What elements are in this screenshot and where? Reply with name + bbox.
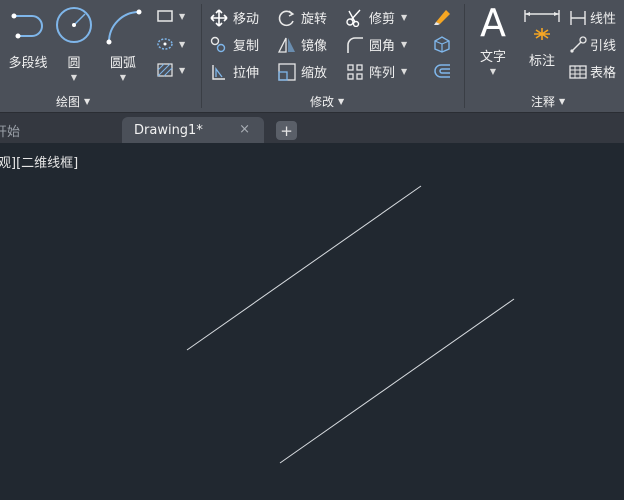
linear-button[interactable]: 线性 xyxy=(569,8,616,27)
copy-button[interactable]: 复制 xyxy=(210,35,259,54)
fillet-dropdown-icon[interactable]: ▼ xyxy=(401,40,407,49)
array-button[interactable]: 阵列 ▼ xyxy=(346,62,407,81)
linear-dimension-icon xyxy=(569,9,587,27)
scale-label: 缩放 xyxy=(301,66,328,81)
arc-button[interactable]: 圆弧 ▼ xyxy=(102,4,144,82)
close-tab-icon[interactable]: × xyxy=(239,122,250,137)
draw-panel-title[interactable]: 绘图 ▼ xyxy=(56,92,90,110)
offset-icon xyxy=(434,64,450,78)
dimension-label: 标注 xyxy=(528,54,555,69)
trim-button[interactable]: 修剪 ▼ xyxy=(346,8,407,27)
annotation-panel-title-text: 注释 xyxy=(531,94,556,109)
text-a-icon: A xyxy=(480,1,506,45)
mirror-label: 镜像 xyxy=(301,39,328,54)
polyline-button[interactable]: 多段线 xyxy=(4,6,52,71)
circle-dropdown-icon[interactable]: ▼ xyxy=(54,73,94,82)
annotation-panel: A 文字 ▼ 标注 线性 引线 表格 注释 ▼ xyxy=(465,0,624,112)
stretch-button[interactable]: 拉伸 xyxy=(210,62,259,81)
move-button[interactable]: 移动 xyxy=(210,8,259,27)
scale-icon xyxy=(278,62,296,81)
dimension-icon xyxy=(524,10,560,40)
mirror-button[interactable]: 镜像 xyxy=(278,35,327,54)
new-tab-button[interactable]: + xyxy=(276,121,297,140)
polyline-icon xyxy=(11,13,43,39)
leader-icon xyxy=(569,35,587,54)
linear-label: 线性 xyxy=(590,12,617,27)
erase-button[interactable] xyxy=(432,8,452,26)
copy-label: 复制 xyxy=(233,39,260,54)
fillet-button[interactable]: 圆角 ▼ xyxy=(346,35,407,54)
draw-panel-title-text: 绘图 xyxy=(56,94,81,109)
arc-label: 圆弧 xyxy=(109,56,136,71)
tab-drawing-label: Drawing1* xyxy=(134,123,203,138)
mirror-icon xyxy=(278,36,296,54)
array-icon xyxy=(346,63,364,81)
leader-label: 引线 xyxy=(590,39,617,54)
move-label: 移动 xyxy=(233,12,260,27)
stretch-icon xyxy=(210,63,228,81)
modify-panel-title-text: 修改 xyxy=(310,94,335,109)
ellipse-dropdown-icon[interactable]: ▼ xyxy=(179,40,185,49)
table-icon xyxy=(569,63,587,81)
fillet-label: 圆角 xyxy=(369,39,396,54)
annotation-panel-title[interactable]: 注释 ▼ xyxy=(531,92,565,110)
tab-drawing1[interactable]: Drawing1* × xyxy=(122,117,264,144)
explode-icon xyxy=(434,36,450,53)
rotate-icon xyxy=(278,9,296,27)
dimension-button[interactable]: 标注 xyxy=(521,6,563,69)
hatch-button[interactable]: ▼ xyxy=(156,62,185,78)
ribbon: 多段线 圆 ▼ 圆弧 ▼ ▼ ▼ ▼ 绘图 ▼ 移动 旋转 修剪 ▼ 复制 镜像… xyxy=(0,0,624,112)
modify-panel-title[interactable]: 修改 ▼ xyxy=(310,92,344,110)
stretch-label: 拉伸 xyxy=(233,66,260,81)
arc-icon xyxy=(106,9,142,45)
move-icon xyxy=(210,8,228,27)
circle-icon xyxy=(56,7,92,43)
rotate-button[interactable]: 旋转 xyxy=(278,8,327,27)
viewport-view-label[interactable]: 观][二维线框] xyxy=(0,152,78,171)
rectangle-dropdown-icon[interactable]: ▼ xyxy=(179,12,185,21)
modify-panel: 移动 旋转 修剪 ▼ 复制 镜像 圆角 ▼ 拉伸 缩放 阵列 ▼ 修改 ▼ xyxy=(202,0,464,112)
drawing-canvas[interactable] xyxy=(0,143,624,500)
eraser-icon xyxy=(434,10,450,25)
text-button[interactable]: A 文字 ▼ xyxy=(471,2,515,76)
draw-panel-caret-icon: ▼ xyxy=(84,96,91,106)
polyline-label: 多段线 xyxy=(8,56,48,71)
rectangle-button[interactable]: ▼ xyxy=(156,8,185,24)
ellipse-icon xyxy=(157,38,173,50)
explode-button[interactable] xyxy=(432,35,452,53)
trim-icon xyxy=(346,9,364,27)
tab-start-label: 开始 xyxy=(0,125,21,140)
circle-label: 圆 xyxy=(67,56,81,71)
trim-dropdown-icon[interactable]: ▼ xyxy=(401,13,407,22)
array-dropdown-icon[interactable]: ▼ xyxy=(401,67,407,76)
text-label: 文字 xyxy=(479,50,506,65)
file-tab-bar: 开始 Drawing1* × + xyxy=(0,112,624,144)
circle-button[interactable]: 圆 ▼ xyxy=(54,4,94,82)
offset-button[interactable] xyxy=(432,62,452,80)
ellipse-button[interactable]: ▼ xyxy=(156,36,185,52)
copy-icon xyxy=(210,36,228,54)
text-dropdown-icon[interactable]: ▼ xyxy=(471,67,515,76)
rotate-label: 旋转 xyxy=(301,12,328,27)
tab-start[interactable]: 开始 xyxy=(0,117,114,144)
table-button[interactable]: 表格 xyxy=(569,62,616,81)
draw-panel: 多段线 圆 ▼ 圆弧 ▼ ▼ ▼ ▼ 绘图 ▼ xyxy=(0,0,200,112)
annotation-panel-caret-icon: ▼ xyxy=(559,96,566,106)
scale-button[interactable]: 缩放 xyxy=(278,62,327,81)
trim-label: 修剪 xyxy=(369,12,396,27)
arc-dropdown-icon[interactable]: ▼ xyxy=(102,73,144,82)
fillet-icon xyxy=(346,36,364,54)
modify-panel-caret-icon: ▼ xyxy=(338,96,345,106)
array-label: 阵列 xyxy=(369,66,396,81)
hatch-dropdown-icon[interactable]: ▼ xyxy=(179,66,185,75)
leader-button[interactable]: 引线 xyxy=(569,35,616,54)
table-label: 表格 xyxy=(590,66,617,81)
rectangle-icon xyxy=(157,10,173,22)
hatch-icon xyxy=(157,63,173,77)
